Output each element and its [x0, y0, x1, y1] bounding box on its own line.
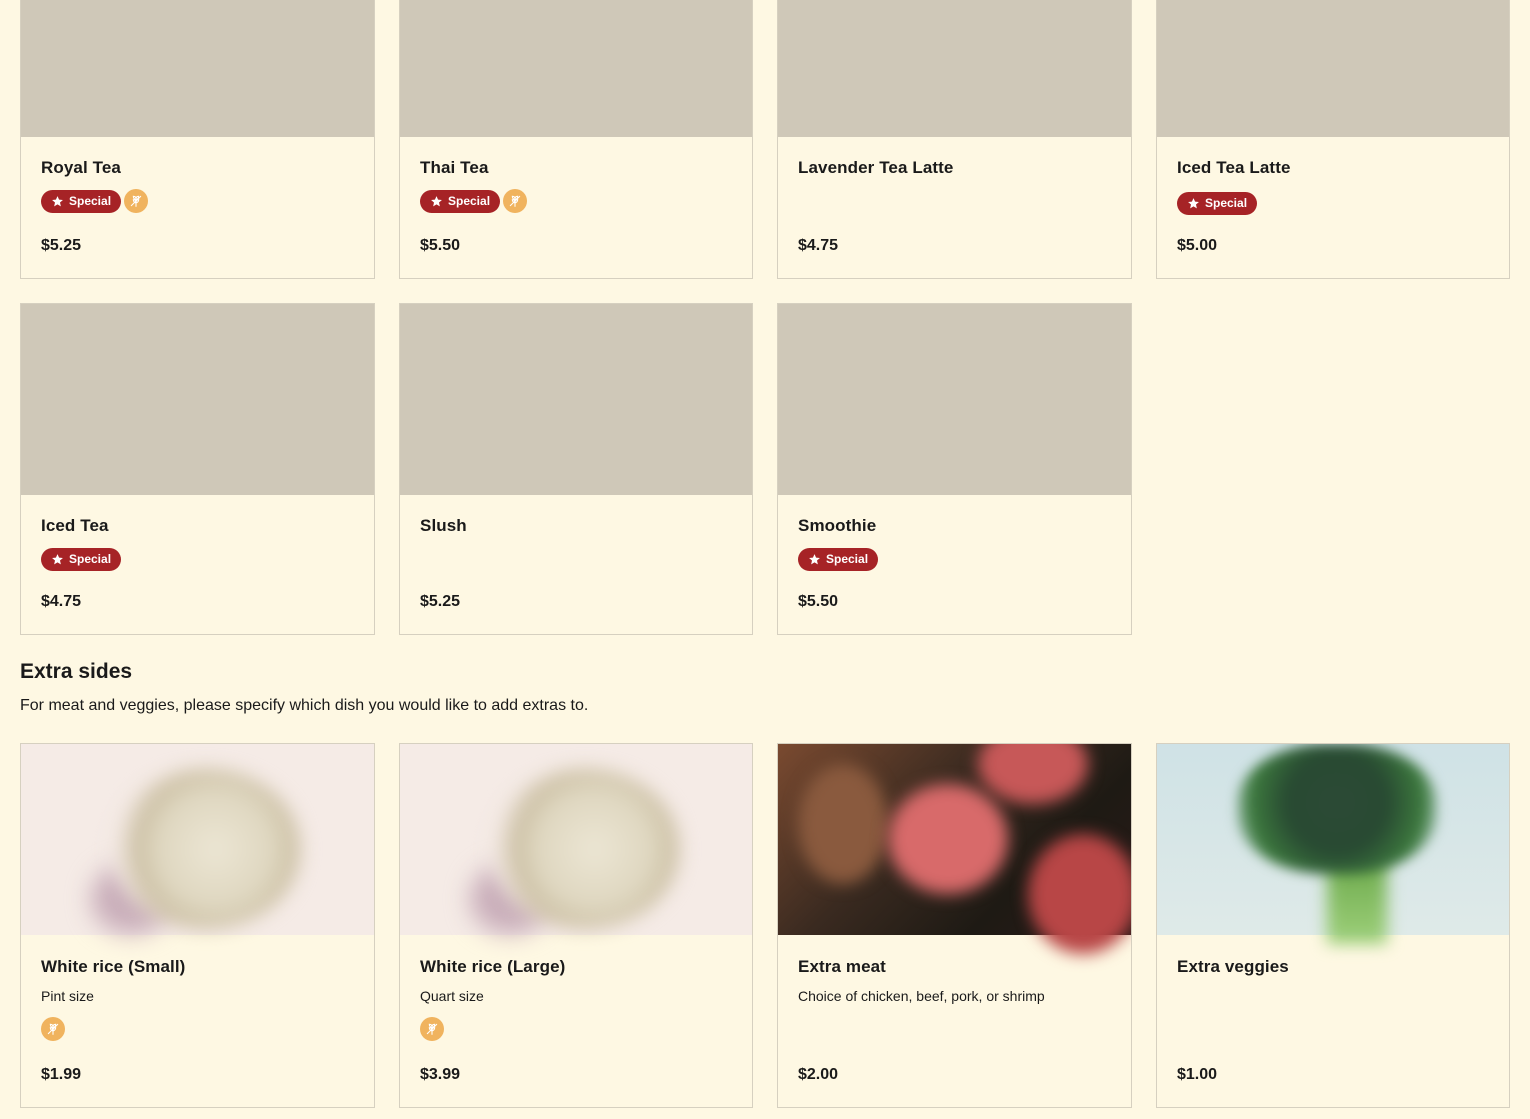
item-price: $4.75 [41, 593, 82, 610]
section-title: Extra sides [20, 660, 133, 683]
item-price: $1.00 [1177, 1066, 1218, 1083]
menu-page: Royal Tea Special $5.25 Thai Tea Special… [0, 0, 1530, 1119]
star-icon [809, 553, 820, 564]
item-name: White rice (Large) [420, 957, 566, 976]
special-label: Special [448, 194, 491, 208]
item-price: $5.25 [420, 593, 461, 610]
special-badge: Special [798, 547, 879, 571]
gluten-free-icon [124, 189, 149, 213]
item-name: Iced Tea [41, 516, 109, 535]
item-image-placeholder [1157, 0, 1509, 137]
menu-item-card[interactable]: Thai Tea Special $5.50 [399, 0, 753, 279]
item-badges [420, 1017, 444, 1041]
item-price: $5.50 [798, 593, 839, 610]
item-image-placeholder [21, 304, 374, 495]
item-name: Thai Tea [420, 158, 489, 177]
item-badges: Special [798, 547, 879, 571]
item-image-placeholder [21, 0, 374, 137]
menu-item-card[interactable]: Slush $5.25 [399, 303, 753, 635]
item-image [1157, 744, 1509, 944]
menu-item-card[interactable]: Lavender Tea Latte $4.75 [777, 0, 1132, 279]
item-image [21, 744, 374, 935]
special-label: Special [69, 552, 112, 566]
item-badges: Special [420, 189, 528, 213]
menu-item-card[interactable]: Iced Tea Special $4.75 [20, 303, 375, 635]
item-badges: Special [1177, 191, 1258, 215]
item-badges: Special [41, 547, 122, 571]
menu-item-card[interactable]: Royal Tea Special $5.25 [20, 0, 375, 279]
item-price: $1.99 [41, 1066, 82, 1083]
menu-item-card[interactable]: Iced Tea Latte Special $5.00 [1156, 0, 1510, 279]
menu-item-card[interactable]: Extra veggies $1.00 [1156, 743, 1510, 1108]
item-image-placeholder [778, 0, 1131, 137]
item-name: White rice (Small) [41, 957, 186, 976]
section-subtitle: For meat and veggies, please specify whi… [20, 697, 589, 714]
star-icon [52, 553, 63, 564]
menu-item-card[interactable]: Extra meat Choice of chicken, beef, pork… [777, 743, 1132, 1108]
item-price: $5.50 [420, 237, 461, 254]
item-badges [41, 1017, 65, 1041]
item-image [400, 744, 752, 935]
item-price: $3.99 [420, 1066, 461, 1083]
menu-item-card[interactable]: White rice (Large) Quart size $3.99 [399, 743, 753, 1108]
gluten-free-icon [420, 1017, 444, 1041]
special-label: Special [69, 194, 112, 208]
item-name: Smoothie [798, 516, 877, 535]
special-badge: Special [420, 189, 501, 213]
star-icon [52, 195, 63, 206]
menu-item-card[interactable]: Smoothie Special $5.50 [777, 303, 1132, 635]
item-name: Lavender Tea Latte [798, 158, 954, 177]
star-icon [1188, 197, 1199, 208]
special-badge: Special [41, 547, 122, 571]
item-badges: Special [41, 189, 149, 213]
menu-item-card[interactable]: White rice (Small) Pint size $1.99 [20, 743, 375, 1108]
item-name: Royal Tea [41, 158, 121, 177]
item-image-placeholder [778, 304, 1131, 495]
special-label: Special [1205, 196, 1248, 210]
star-icon [431, 195, 442, 206]
gluten-free-icon [41, 1017, 65, 1041]
item-price: $5.00 [1177, 237, 1218, 254]
special-badge: Special [1177, 191, 1258, 215]
item-name: Extra veggies [1177, 957, 1289, 976]
item-image-placeholder [400, 304, 752, 495]
item-price: $5.25 [41, 237, 82, 254]
item-description: Quart size [420, 988, 484, 1004]
item-description: Choice of chicken, beef, pork, or shrimp [798, 988, 1045, 1004]
special-badge: Special [41, 189, 122, 213]
gluten-free-icon [503, 189, 528, 213]
special-label: Special [826, 552, 869, 566]
item-name: Slush [420, 516, 467, 535]
item-description: Pint size [41, 988, 94, 1004]
item-price: $4.75 [798, 237, 839, 254]
item-price: $2.00 [798, 1066, 839, 1083]
item-name: Iced Tea Latte [1177, 158, 1291, 177]
item-image [778, 744, 1131, 954]
item-name: Extra meat [798, 957, 886, 976]
item-image-placeholder [400, 0, 752, 137]
